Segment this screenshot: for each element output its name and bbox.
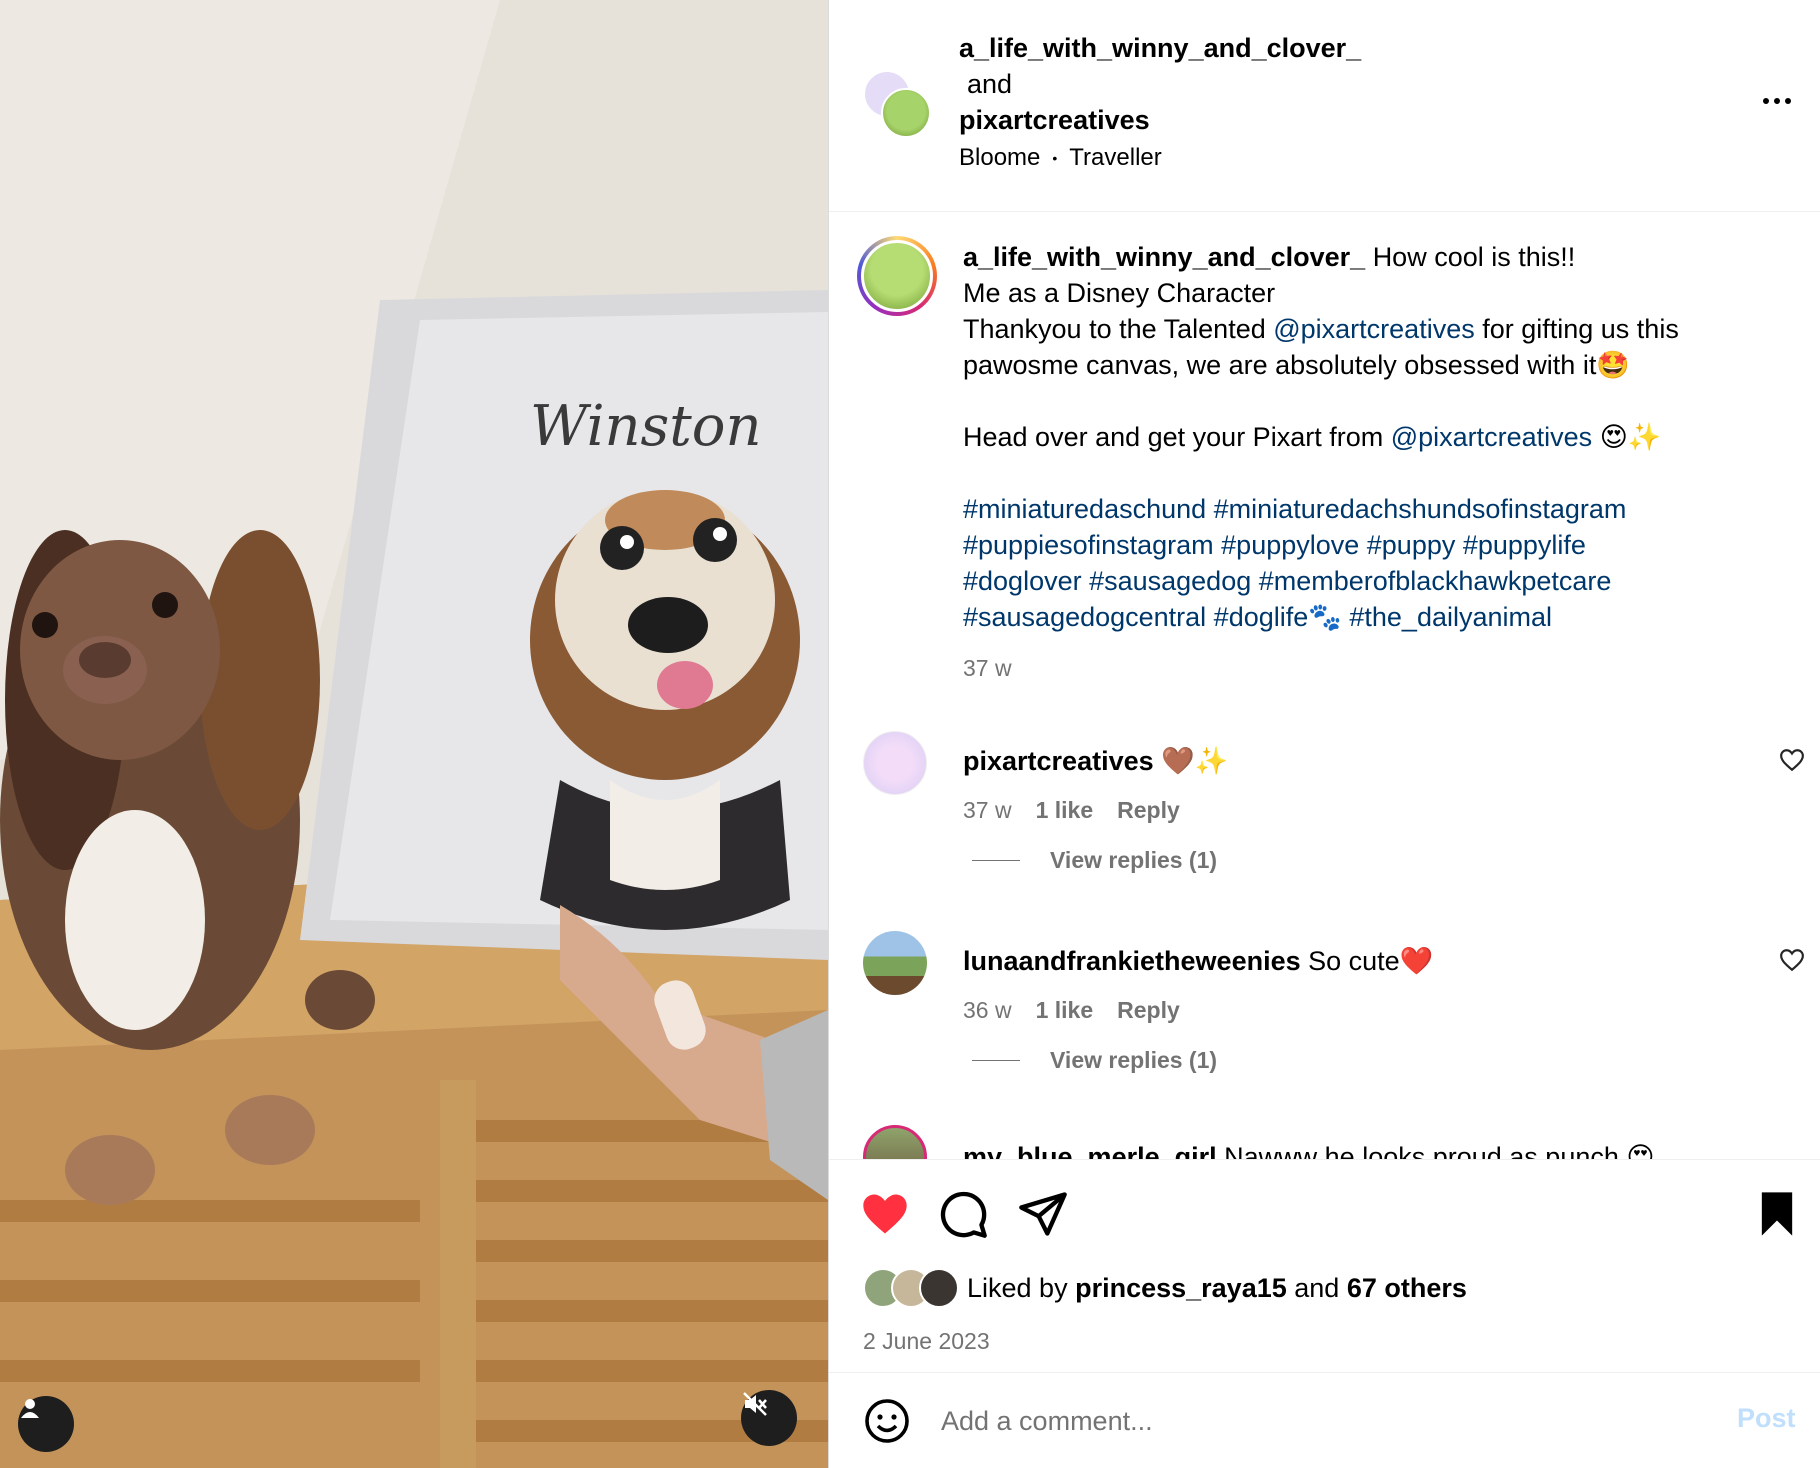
liked-by-prefix: Liked by [967,1272,1076,1303]
avatar[interactable] [863,1125,927,1159]
caption-line: Thankyou to the Talented [963,314,1274,344]
comment-content: 🤎✨ [1161,746,1229,776]
comment-likes-count[interactable]: 1 like [1036,797,1094,824]
collaborator-username-link[interactable]: pixartcreatives [959,102,1361,138]
post-authors: a_life_with_winny_and_clover_ and pixart… [959,30,1361,138]
save-button[interactable] [1751,1188,1807,1244]
reply-button[interactable]: Reply [1117,997,1180,1024]
more-options-button[interactable] [1753,86,1801,116]
hashtags-line[interactable]: #doglover #sausagedog #memberofblackhawk… [963,563,1783,599]
more-horizontal-icon-dot [1785,98,1791,104]
heart-filled-icon [859,1194,911,1244]
separator-dot: • [1052,150,1058,166]
heart-outline-icon [1779,949,1805,977]
avatar [861,240,933,312]
author-username-link[interactable]: a_life_with_winny_and_clover_ [959,30,1361,66]
bookmark-filled-icon [1751,1192,1803,1244]
likes-summary: Liked by princess_raya15 and 67 others [863,1268,1467,1308]
view-replies-label: View replies (1) [1050,847,1218,873]
avatar [881,88,931,138]
avatar [919,1268,959,1308]
comment-content: So cute❤️ [1308,946,1434,976]
likes-others-link[interactable]: 67 others [1347,1273,1467,1304]
mention-link[interactable]: @pixartcreatives [1391,422,1592,452]
tagged-users-button[interactable] [18,1396,74,1452]
view-replies-label: View replies (1) [1050,1047,1218,1073]
audio-title[interactable]: Traveller [1069,144,1161,172]
caption-line: 😍✨ [1592,422,1662,452]
comment-text: my_blue_merle_girl Nawww he looks proud … [963,1139,1655,1159]
smiley-icon [863,1399,911,1449]
painting-name-text: Winston [530,394,762,459]
comment-like-button[interactable] [1779,947,1805,973]
caption-line: for gifting us this [1474,314,1679,344]
like-button[interactable] [859,1188,915,1244]
add-comment-bar: Post [829,1372,1820,1468]
comment-like-button[interactable] [1779,747,1805,773]
comment-username-link[interactable]: lunaandfrankietheweenies [963,946,1301,976]
avatar[interactable] [863,931,927,995]
replies-divider [972,860,1020,861]
comment-text: lunaandfrankietheweenies So cute❤️ [963,943,1433,979]
liker-avatars [863,1268,963,1308]
mention-link[interactable]: @pixartcreatives [1273,314,1474,344]
post-media-video[interactable]: Winston [0,0,828,1468]
comment-username-link[interactable]: my_blue_merle_girl [963,1142,1217,1159]
caption-line: Me as a Disney Character [963,278,1276,308]
hashtags-line[interactable]: #puppiesofinstagram #puppylove #puppy #p… [963,527,1783,563]
comment-bubble-icon [937,1191,989,1244]
audio-artist[interactable]: Bloome [959,144,1040,172]
hashtags-line[interactable]: #miniaturedaschund #miniaturedachshundso… [963,491,1783,527]
avatar[interactable] [863,731,927,795]
comment-likes-count[interactable]: 1 like [1036,997,1094,1024]
comment-input[interactable] [941,1395,1641,1447]
post-caption: a_life_with_winny_and_clover_ How cool i… [963,239,1783,635]
view-replies-button[interactable]: View replies (1) [972,1047,1217,1074]
replies-divider [972,1060,1020,1061]
post-date[interactable]: 2 June 2023 [863,1328,990,1355]
comments-list[interactable]: a_life_with_winny_and_clover_ How cool i… [829,213,1820,1159]
reply-button[interactable]: Reply [1117,797,1180,824]
comment-button[interactable] [937,1188,993,1244]
comment-time[interactable]: 37 w [963,797,1012,824]
comment-content: Nawww he looks proud as punch 😍 [1224,1142,1655,1159]
comment-username-link[interactable]: pixartcreatives [963,746,1154,776]
post-side-panel: a_life_with_winny_and_clover_ and pixart… [828,0,1820,1468]
post-comment-button[interactable]: Post [1737,1403,1796,1434]
liked-by-and: and [1286,1272,1347,1303]
caption-line: How cool is this!! [1372,242,1576,272]
video-frame: Winston [0,0,828,1468]
comment-meta: 36 w 1 like Reply [963,997,1180,1024]
emoji-picker-button[interactable] [863,1397,911,1445]
more-horizontal-icon [1763,98,1769,104]
mute-toggle-button[interactable] [741,1390,797,1446]
more-horizontal-icon-dot [1774,98,1780,104]
comment-item: lunaandfrankietheweenies So cute❤️ 36 w … [829,931,1820,1131]
view-replies-button[interactable]: View replies (1) [972,847,1217,874]
comment-item: my_blue_merle_girl Nawww he looks proud … [829,1125,1820,1159]
post-header: a_life_with_winny_and_clover_ and pixart… [829,0,1820,212]
and-text: and [967,69,1013,99]
comment-item: pixartcreatives 🤎✨ 37 w 1 like Reply Vie… [829,731,1820,931]
caption-username-link[interactable]: a_life_with_winny_and_clover_ [963,242,1365,272]
audio-attribution[interactable]: Bloome • Traveller [959,144,1162,172]
liker-username-link[interactable]: princess_raya15 [1075,1273,1287,1304]
post-actions: Liked by princess_raya15 and 67 others 2… [829,1159,1820,1371]
caption-line: pawosme canvas, we are absolutely obsess… [963,350,1630,380]
collab-avatars[interactable] [863,70,933,140]
share-button[interactable] [1017,1188,1073,1244]
comment-time[interactable]: 36 w [963,997,1012,1024]
comment-text: pixartcreatives 🤎✨ [963,743,1228,779]
paper-plane-icon [1017,1192,1069,1244]
heart-outline-icon [1779,749,1805,777]
instagram-post-view: Winston a_life_with_winny_and_clover_ an… [0,0,1820,1468]
hashtags-line[interactable]: #sausagedogcentral #doglife🐾 #the_dailya… [963,599,1783,635]
caption-line: Head over and get your Pixart from [963,422,1391,452]
caption-author-avatar[interactable] [857,236,937,316]
caption-timestamp[interactable]: 37 w [963,655,1012,682]
comment-meta: 37 w 1 like Reply [963,797,1180,824]
